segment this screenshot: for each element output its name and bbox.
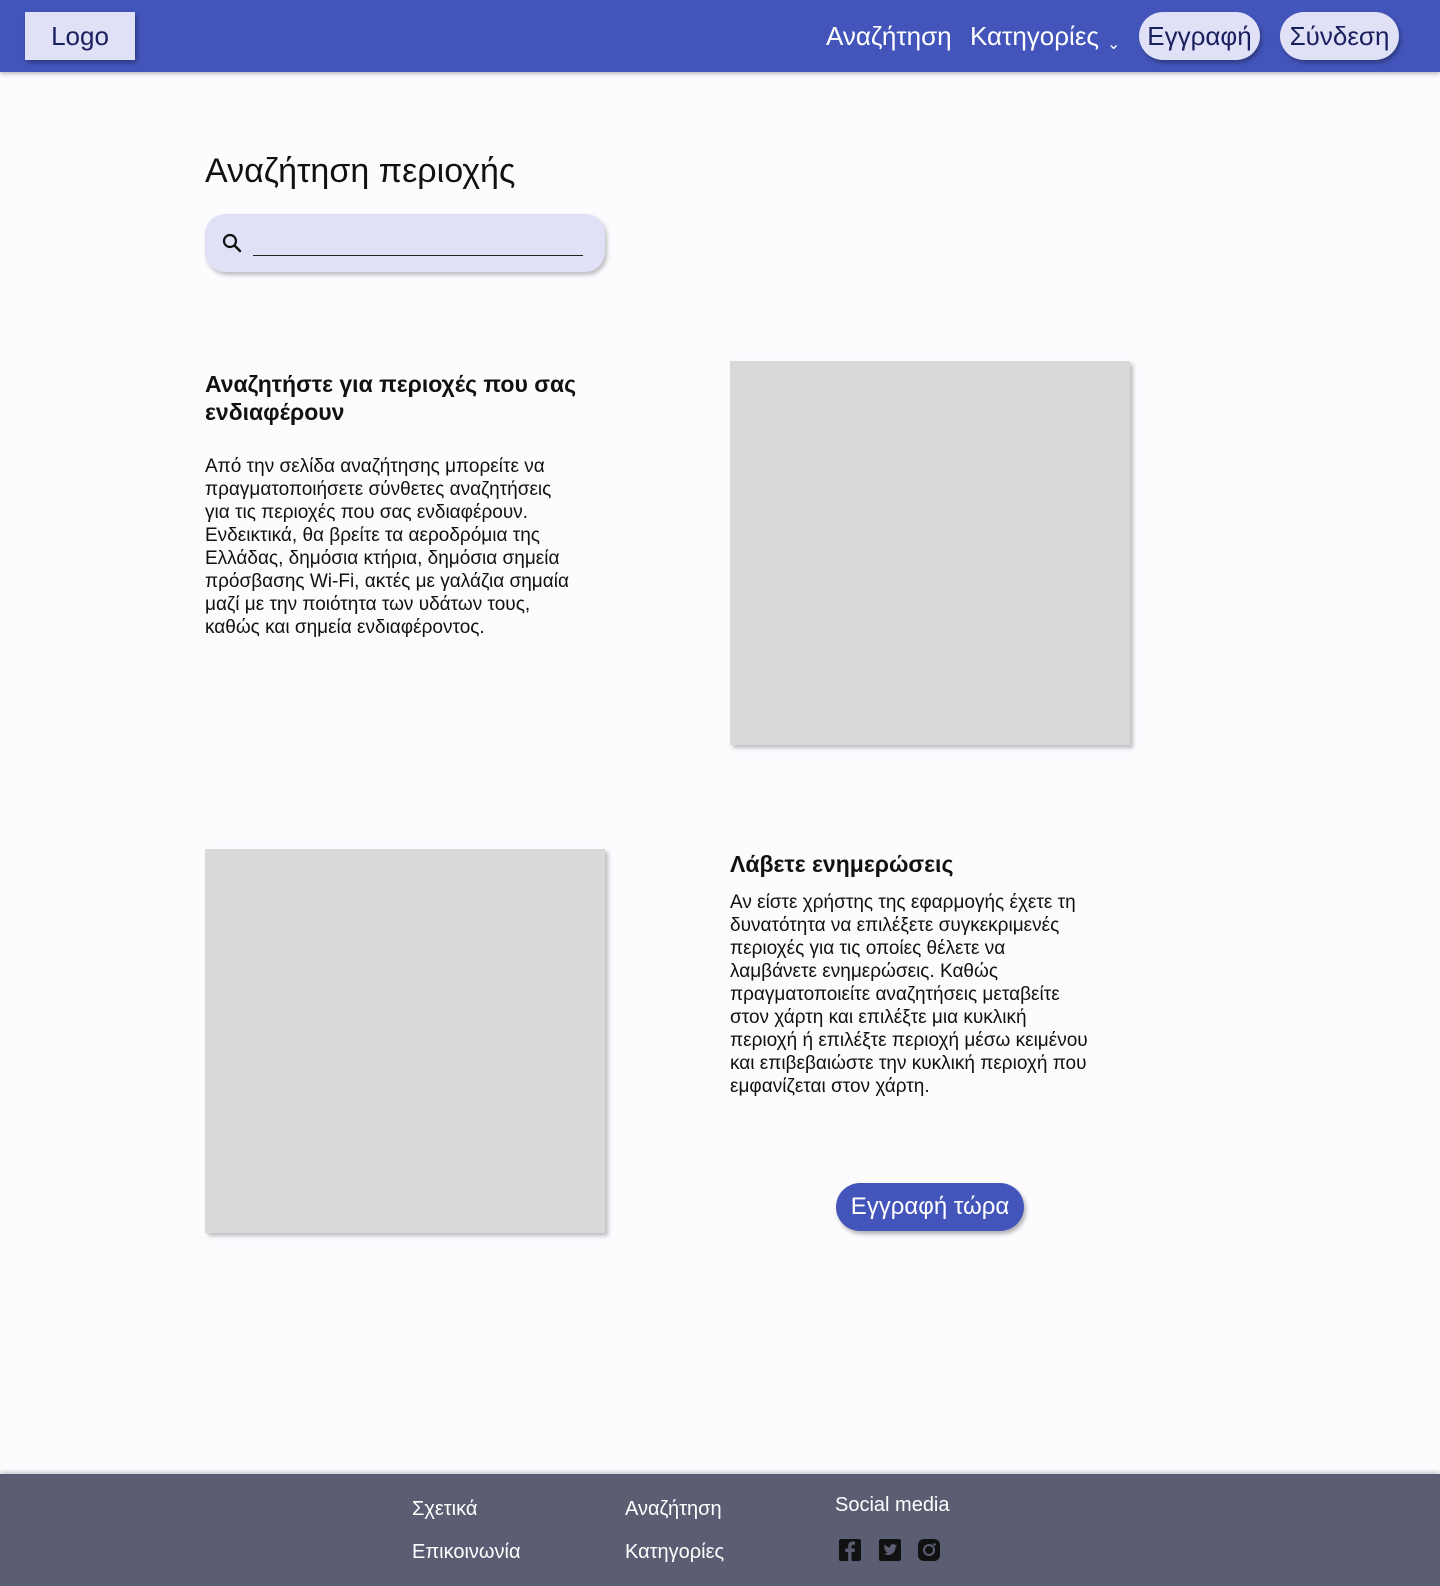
text-line: δυνατότητα να επιλέξετε συγκεκριμενές	[730, 915, 1060, 936]
text-line: πρόσβασης Wi-Fi, ακτές με γαλάζια σημαία	[205, 571, 569, 592]
footer-search-link[interactable]: Αναζήτηση	[625, 1498, 722, 1521]
text-line: Από την σελίδα αναζήτησης μπορείτε να	[205, 456, 545, 477]
text-line: περιοχές για τις οποίες θέλετε να	[730, 938, 1006, 959]
feature-search-heading: Αναζητήστε για περιοχές που σας ενδιαφέρ…	[205, 370, 576, 426]
nav-categories-dropdown[interactable]: Κατηγορίες	[970, 20, 1099, 52]
footer-categories-link[interactable]: Κατηγορίες	[625, 1541, 724, 1564]
text-line: για τις περιοχές που σας ενδιαφέρουν.	[205, 502, 528, 523]
register-now-button[interactable]: Εγγραφή τώρα	[836, 1183, 1024, 1231]
logo[interactable]: Logo	[25, 12, 135, 60]
register-button[interactable]: Εγγραφή	[1139, 12, 1260, 60]
text-line: περιοχή ή επιλέξτε περιοχή μέσω κειμένου	[730, 1030, 1088, 1051]
footer-about-link[interactable]: Σχετικά	[412, 1498, 477, 1521]
search-input[interactable]	[253, 228, 583, 256]
text-line: εμφανίζεται στον χάρτη.	[730, 1076, 930, 1097]
feature-search-heading-line: Αναζητήστε για περιοχές που σας	[205, 371, 577, 397]
feature-updates-text: Αν είστε χρήστης της εφαρμογής έχετε τη …	[730, 891, 1088, 1098]
text-line: Ελλάδας, δημόσια κτήρια, δημόσια σημεία	[205, 548, 560, 569]
chevron-down-icon[interactable]: ⌄	[1107, 34, 1120, 54]
text-line: πραγματοποιείτε αναζητήσεις μεταβείτε	[730, 984, 1060, 1005]
twitter-icon[interactable]	[878, 1538, 902, 1562]
facebook-icon[interactable]	[838, 1538, 862, 1562]
text-line: Ενδεικτικά, θα βρείτε τα αεροδρόμια της	[205, 525, 540, 546]
feature-search-heading-line: ενδιαφέρουν	[205, 399, 345, 425]
instagram-icon[interactable]	[917, 1538, 941, 1562]
top-navbar: Logo Αναζήτηση Κατηγορίες ⌄ Εγγραφή Σύνδ…	[0, 0, 1440, 72]
page-title: Αναζήτηση περιοχής	[205, 152, 516, 190]
image-placeholder-updates	[205, 849, 605, 1233]
text-line: και επιβεβαιώστε την κυκλική περιοχή που	[730, 1053, 1087, 1074]
footer-social-title: Social media	[835, 1494, 950, 1516]
image-placeholder-search	[730, 361, 1130, 745]
login-button[interactable]: Σύνδεση	[1280, 12, 1399, 60]
search-bar	[205, 214, 605, 272]
text-line: στον χάρτη και επιλέξτε μια κυκλική	[730, 1007, 1027, 1028]
search-icon	[222, 233, 242, 253]
nav-search-link[interactable]: Αναζήτηση	[826, 20, 952, 52]
feature-updates-heading: Λάβετε ενημερώσεις	[730, 851, 954, 877]
text-line: μαζί με την ποιότητα των υδάτων τους,	[205, 594, 531, 615]
text-line: Αν είστε χρήστης της εφαρμογής έχετε τη	[730, 892, 1076, 913]
footer: Σχετικά Επικοινωνία Αναζήτηση Κατηγορίες…	[0, 1474, 1440, 1586]
text-line: καθώς και σημεία ενδιαφέροντος.	[205, 617, 485, 638]
feature-search-text: Από την σελίδα αναζήτησης μπορείτε να πρ…	[205, 455, 569, 639]
footer-contact-link[interactable]: Επικοινωνία	[412, 1541, 521, 1564]
text-line: λαμβάνετε ενημερώσεις. Καθώς	[730, 961, 998, 982]
text-line: πραγματοποιήσετε σύνθετες αναζητήσεις	[205, 479, 552, 500]
